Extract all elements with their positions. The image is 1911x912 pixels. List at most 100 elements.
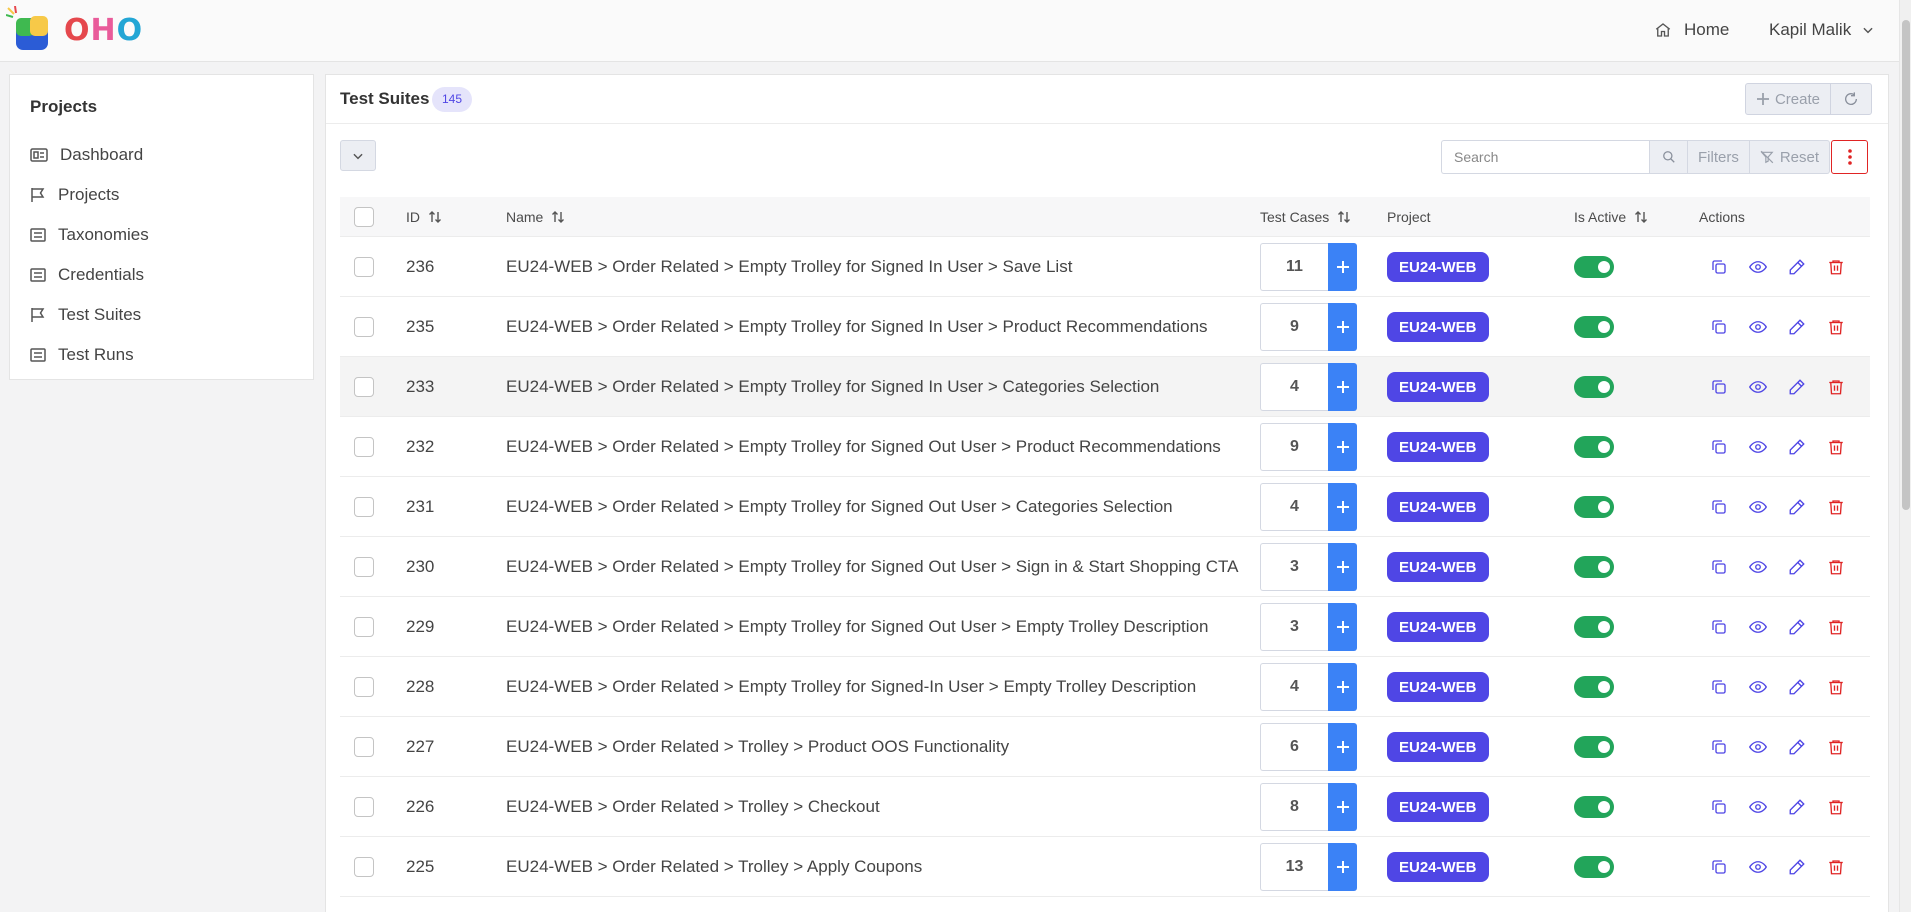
test-case-count[interactable]: 6 — [1260, 723, 1328, 771]
row-name[interactable]: EU24-WEB > Order Related > Trolley > Che… — [506, 777, 880, 837]
active-toggle[interactable] — [1574, 316, 1614, 338]
delete-button[interactable] — [1816, 258, 1855, 276]
create-button[interactable]: Create — [1746, 84, 1831, 114]
test-case-count[interactable]: 9 — [1260, 303, 1328, 351]
add-test-case-button[interactable] — [1328, 663, 1357, 711]
table-row[interactable]: 233 EU24-WEB > Order Related > Empty Trol… — [340, 357, 1870, 417]
sidebar-item-test-runs[interactable]: Test Runs — [30, 340, 134, 370]
row-checkbox[interactable] — [354, 737, 374, 757]
active-toggle[interactable] — [1574, 256, 1614, 278]
column-header-is-active[interactable]: Is Active — [1574, 197, 1648, 237]
row-checkbox[interactable] — [354, 317, 374, 337]
table-row[interactable]: 226 EU24-WEB > Order Related > Trolley > … — [340, 777, 1870, 837]
test-case-count[interactable]: 9 — [1260, 423, 1328, 471]
test-case-count[interactable]: 11 — [1260, 243, 1328, 291]
duplicate-button[interactable] — [1699, 678, 1738, 696]
test-case-count[interactable]: 13 — [1260, 843, 1328, 891]
column-header-test-cases[interactable]: Test Cases — [1260, 197, 1351, 237]
active-toggle[interactable] — [1574, 676, 1614, 698]
row-name[interactable]: EU24-WEB > Order Related > Empty Trolley… — [506, 357, 1159, 417]
table-row[interactable]: 225 EU24-WEB > Order Related > Trolley > … — [340, 837, 1870, 897]
add-test-case-button[interactable] — [1328, 483, 1357, 531]
edit-button[interactable] — [1777, 258, 1816, 276]
duplicate-button[interactable] — [1699, 318, 1738, 336]
add-test-case-button[interactable] — [1328, 243, 1357, 291]
edit-button[interactable] — [1777, 738, 1816, 756]
table-row[interactable]: 235 EU24-WEB > Order Related > Empty Trol… — [340, 297, 1870, 357]
search-input[interactable] — [1441, 140, 1649, 174]
row-name[interactable]: EU24-WEB > Order Related > Empty Trolley… — [506, 417, 1221, 477]
row-checkbox[interactable] — [354, 497, 374, 517]
row-checkbox[interactable] — [354, 557, 374, 577]
row-name[interactable]: EU24-WEB > Order Related > Empty Trolley… — [506, 237, 1072, 297]
sidebar-item-projects[interactable]: Projects — [30, 180, 119, 210]
sidebar-item-credentials[interactable]: Credentials — [30, 260, 144, 290]
delete-button[interactable] — [1816, 678, 1855, 696]
test-case-count[interactable]: 4 — [1260, 363, 1328, 411]
view-button[interactable] — [1738, 258, 1777, 276]
active-toggle[interactable] — [1574, 436, 1614, 458]
row-checkbox[interactable] — [354, 677, 374, 697]
duplicate-button[interactable] — [1699, 858, 1738, 876]
duplicate-button[interactable] — [1699, 258, 1738, 276]
row-checkbox[interactable] — [354, 257, 374, 277]
delete-button[interactable] — [1816, 738, 1855, 756]
test-case-count[interactable]: 4 — [1260, 483, 1328, 531]
app-logo[interactable]: OHO — [5, 5, 143, 56]
delete-button[interactable] — [1816, 558, 1855, 576]
row-name[interactable]: EU24-WEB > Order Related > Empty Trolley… — [506, 537, 1238, 597]
page-scrollbar[interactable] — [1899, 0, 1911, 912]
row-name[interactable]: EU24-WEB > Order Related > Empty Trolley… — [506, 597, 1208, 657]
delete-button[interactable] — [1816, 858, 1855, 876]
table-row[interactable]: 227 EU24-WEB > Order Related > Trolley > … — [340, 717, 1870, 777]
add-test-case-button[interactable] — [1328, 723, 1357, 771]
active-toggle[interactable] — [1574, 376, 1614, 398]
view-button[interactable] — [1738, 558, 1777, 576]
table-row[interactable]: 232 EU24-WEB > Order Related > Empty Trol… — [340, 417, 1870, 477]
delete-button[interactable] — [1816, 498, 1855, 516]
active-toggle[interactable] — [1574, 736, 1614, 758]
test-case-count[interactable]: 8 — [1260, 783, 1328, 831]
sidebar-item-test-suites[interactable]: Test Suites — [30, 300, 141, 330]
add-test-case-button[interactable] — [1328, 363, 1357, 411]
row-name[interactable]: EU24-WEB > Order Related > Empty Trolley… — [506, 297, 1208, 357]
view-button[interactable] — [1738, 858, 1777, 876]
table-row[interactable]: 231 EU24-WEB > Order Related > Empty Trol… — [340, 477, 1870, 537]
row-name[interactable]: EU24-WEB > Order Related > Trolley > Pro… — [506, 717, 1009, 777]
edit-button[interactable] — [1777, 378, 1816, 396]
duplicate-button[interactable] — [1699, 498, 1738, 516]
add-test-case-button[interactable] — [1328, 543, 1357, 591]
edit-button[interactable] — [1777, 618, 1816, 636]
table-row[interactable]: 229 EU24-WEB > Order Related > Empty Trol… — [340, 597, 1870, 657]
view-button[interactable] — [1738, 678, 1777, 696]
row-checkbox[interactable] — [354, 617, 374, 637]
edit-button[interactable] — [1777, 558, 1816, 576]
edit-button[interactable] — [1777, 678, 1816, 696]
table-row[interactable]: 228 EU24-WEB > Order Related > Empty Trol… — [340, 657, 1870, 717]
edit-button[interactable] — [1777, 438, 1816, 456]
row-checkbox[interactable] — [354, 797, 374, 817]
sidebar-item-dashboard[interactable]: Dashboard — [30, 140, 143, 170]
delete-button[interactable] — [1816, 438, 1855, 456]
active-toggle[interactable] — [1574, 556, 1614, 578]
duplicate-button[interactable] — [1699, 798, 1738, 816]
search-button[interactable] — [1649, 140, 1688, 174]
row-name[interactable]: EU24-WEB > Order Related > Empty Trolley… — [506, 657, 1196, 717]
view-button[interactable] — [1738, 318, 1777, 336]
column-header-name[interactable]: Name — [506, 197, 565, 237]
select-all-checkbox[interactable] — [354, 207, 374, 227]
duplicate-button[interactable] — [1699, 618, 1738, 636]
delete-button[interactable] — [1816, 618, 1855, 636]
active-toggle[interactable] — [1574, 856, 1614, 878]
active-toggle[interactable] — [1574, 796, 1614, 818]
duplicate-button[interactable] — [1699, 558, 1738, 576]
edit-button[interactable] — [1777, 798, 1816, 816]
table-row[interactable]: 236 EU24-WEB > Order Related > Empty Trol… — [340, 237, 1870, 297]
more-options-button[interactable] — [1831, 140, 1868, 174]
delete-button[interactable] — [1816, 798, 1855, 816]
edit-button[interactable] — [1777, 858, 1816, 876]
row-checkbox[interactable] — [354, 437, 374, 457]
duplicate-button[interactable] — [1699, 438, 1738, 456]
table-row[interactable]: 230 EU24-WEB > Order Related > Empty Trol… — [340, 537, 1870, 597]
add-test-case-button[interactable] — [1328, 303, 1357, 351]
